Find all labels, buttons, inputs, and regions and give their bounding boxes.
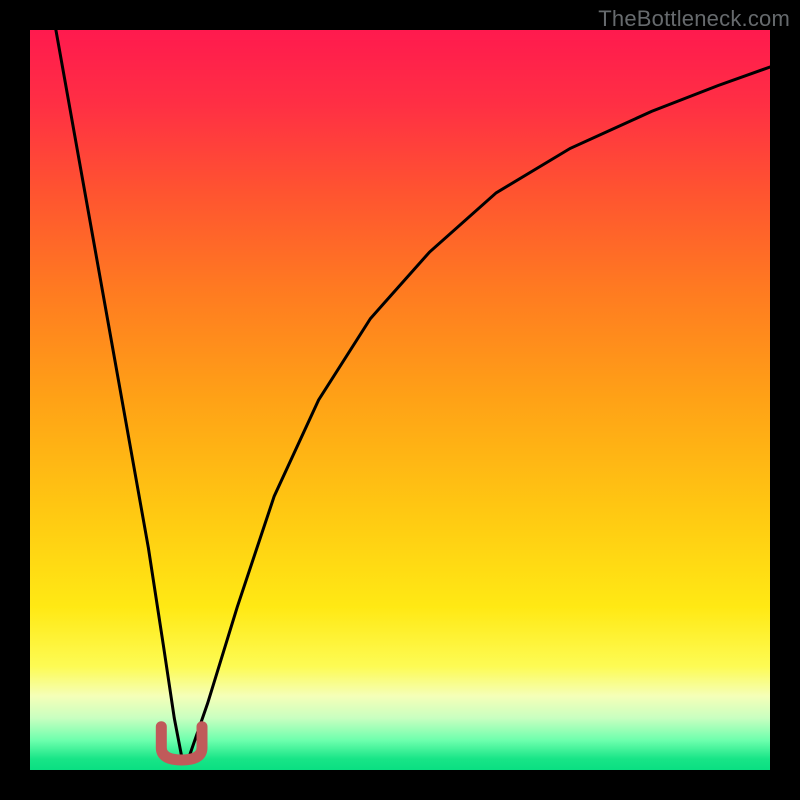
gradient-background <box>30 30 770 770</box>
bottleneck-curve-chart <box>30 30 770 770</box>
plot-area <box>30 30 770 770</box>
chart-frame: TheBottleneck.com <box>0 0 800 800</box>
watermark-text: TheBottleneck.com <box>598 6 790 32</box>
